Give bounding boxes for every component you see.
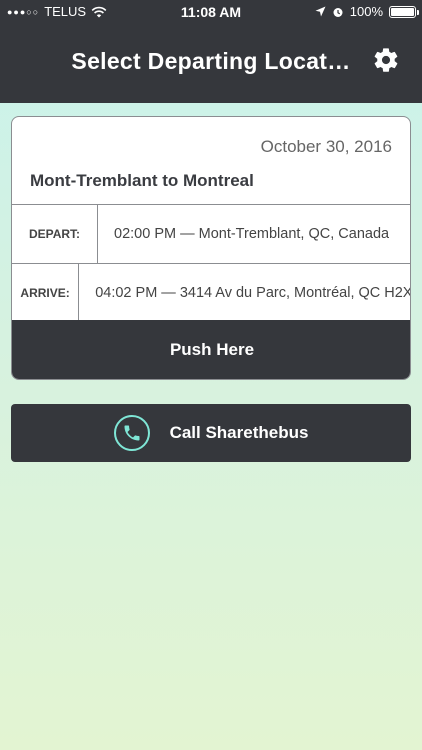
- status-right: 100%: [315, 4, 419, 19]
- trip-route: Mont-Tremblant to Montreal: [30, 171, 254, 190]
- call-button[interactable]: Call Sharethebus: [11, 404, 411, 462]
- depart-value: 02:00 PM — Mont-Tremblant, QC, Canada: [114, 226, 390, 242]
- alarm-icon: [333, 7, 343, 17]
- status-bar: ●●●○○ TELUS 11:08 AM 100%: [0, 0, 422, 24]
- trip-date: October 30, 2016: [260, 137, 392, 156]
- arrive-value: 04:02 PM — 3414 Av du Parc, Montréal, QC…: [95, 285, 411, 301]
- trip-card: October 30, 2016 Mont-Tremblant to Montr…: [11, 116, 411, 380]
- call-label: Call Sharethebus: [169, 423, 309, 442]
- battery-percent: 100%: [349, 4, 383, 19]
- gear-icon[interactable]: [372, 46, 400, 74]
- arrive-row: ARRIVE: 04:02 PM — 3414 Av du Parc, Mont…: [12, 263, 411, 322]
- page-title: Select Departing Locat…: [71, 48, 351, 74]
- depart-row: DEPART: 02:00 PM — Mont-Tremblant, QC, C…: [12, 204, 410, 263]
- depart-label: DEPART:: [12, 205, 98, 263]
- push-here-button[interactable]: Push Here: [12, 320, 410, 379]
- location-arrow-icon: [315, 6, 326, 17]
- phone-icon: [113, 415, 150, 451]
- arrive-label: ARRIVE:: [12, 264, 80, 322]
- top-bar: ●●●○○ TELUS 11:08 AM 100% Select Departi…: [0, 0, 422, 103]
- battery-icon: [389, 5, 419, 18]
